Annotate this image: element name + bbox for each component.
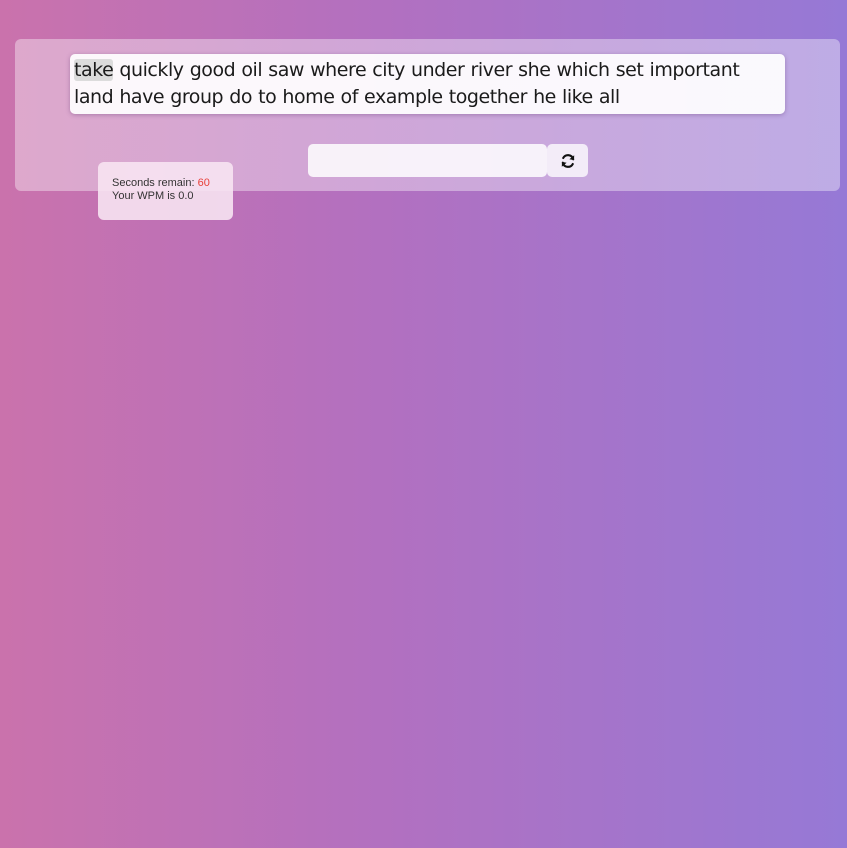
seconds-label: Seconds remain: <box>112 177 195 189</box>
current-word: take <box>74 59 114 81</box>
reset-button[interactable] <box>547 144 588 177</box>
prompt-text-box: take quickly good oil saw where city und… <box>70 54 785 114</box>
refresh-icon <box>560 153 576 169</box>
remaining-words: quickly good oil saw where city under ri… <box>74 59 740 108</box>
wpm-readout: Your WPM is 0.0 <box>112 190 194 202</box>
seconds-value: 60 <box>197 177 210 189</box>
typing-input[interactable] <box>308 144 547 177</box>
stats-box: Seconds remain: 60 Your WPM is 0.0 <box>98 162 233 220</box>
seconds-remaining: Seconds remain: 60 <box>112 177 233 190</box>
